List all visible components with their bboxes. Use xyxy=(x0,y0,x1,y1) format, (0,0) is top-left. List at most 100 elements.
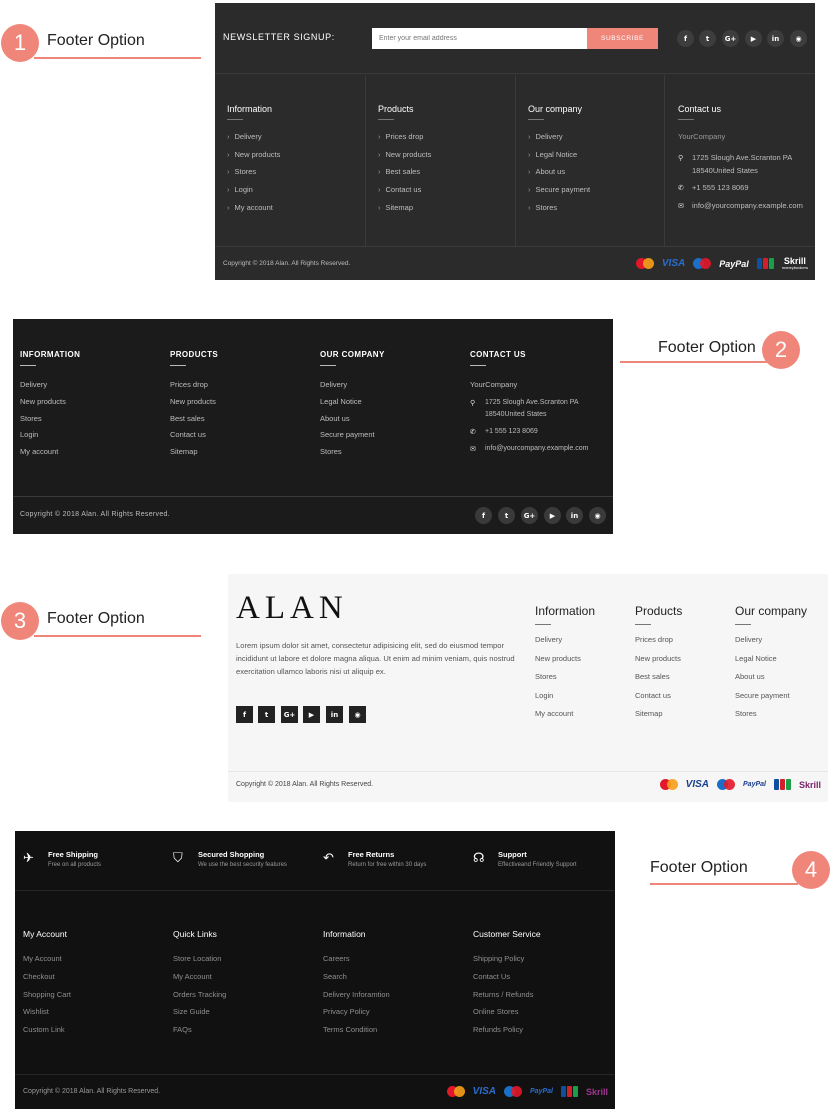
footer-link[interactable]: Login xyxy=(20,430,160,447)
footer-link[interactable]: Stores xyxy=(735,709,830,728)
footer-link[interactable]: Login xyxy=(227,185,367,203)
skrill-icon: Skrill xyxy=(798,779,821,790)
footer-link[interactable]: Checkout xyxy=(23,972,163,990)
footer-link[interactable]: Best sales xyxy=(378,167,518,185)
footer-link[interactable]: Prices drop xyxy=(378,132,518,150)
footer-link[interactable]: Legal Notice xyxy=(735,654,830,673)
linkedin-icon[interactable]: in xyxy=(326,706,343,723)
footer-link[interactable]: Refunds Policy xyxy=(473,1025,613,1043)
email-address[interactable]: info@yourcompany.example.com xyxy=(485,443,588,455)
footer-link[interactable]: Search xyxy=(323,972,463,990)
subscribe-button[interactable]: SUBSCRIBE xyxy=(587,28,658,49)
youtube-icon[interactable]: ▶ xyxy=(745,30,762,47)
footer-link[interactable]: Returns / Refunds xyxy=(473,990,613,1008)
address-line: 1725 Slough Ave.Scranton PA xyxy=(485,399,579,406)
google-plus-icon[interactable]: G+ xyxy=(722,30,739,47)
feature-title: Secured Shopping xyxy=(198,850,265,859)
footer-link[interactable]: New products xyxy=(378,150,518,168)
footer-link[interactable]: Privacy Policy xyxy=(323,1007,463,1025)
footer-link[interactable]: About us xyxy=(735,672,830,691)
footer-link[interactable]: Terms Condition xyxy=(323,1025,463,1043)
phone-number[interactable]: +1 555 123 8069 xyxy=(692,182,749,195)
footer-link[interactable]: Secure payment xyxy=(320,430,460,447)
divider xyxy=(13,496,613,497)
linkedin-icon[interactable]: in xyxy=(566,507,583,524)
footer-link[interactable]: Delivery xyxy=(320,380,460,397)
facebook-icon[interactable]: f xyxy=(236,706,253,723)
facebook-icon[interactable]: f xyxy=(475,507,492,524)
option-label-3: 3 Footer Option xyxy=(0,602,205,642)
footer-link[interactable]: Login xyxy=(535,691,630,710)
mastercard-icon xyxy=(635,258,654,269)
footer-link[interactable]: About us xyxy=(320,414,460,431)
twitter-icon[interactable]: t xyxy=(699,30,716,47)
google-plus-icon[interactable]: G+ xyxy=(281,706,298,723)
youtube-icon[interactable]: ▶ xyxy=(303,706,320,723)
twitter-icon[interactable]: t xyxy=(498,507,515,524)
footer-link[interactable]: Contact us xyxy=(170,430,310,447)
footer-link[interactable]: Contact us xyxy=(378,185,518,203)
footer-link[interactable]: Delivery Inforamtion xyxy=(323,990,463,1008)
footer-link[interactable]: Best sales xyxy=(635,672,730,691)
newsletter-email-input[interactable] xyxy=(372,28,587,49)
linkedin-icon[interactable]: in xyxy=(767,30,784,47)
footer-link[interactable]: Prices drop xyxy=(635,635,730,654)
footer-link[interactable]: Stores xyxy=(528,203,668,221)
footer-link[interactable]: Delivery xyxy=(227,132,367,150)
footer-link[interactable]: Shipping Policy xyxy=(473,954,613,972)
github-icon[interactable]: ◉ xyxy=(349,706,366,723)
divider xyxy=(215,73,815,74)
footer-link[interactable]: Prices drop xyxy=(170,380,310,397)
footer-link[interactable]: Sitemap xyxy=(378,203,518,221)
footer-link[interactable]: Contact Us xyxy=(473,972,613,990)
footer-link[interactable]: Legal Notice xyxy=(528,150,668,168)
footer-link[interactable]: New products xyxy=(170,397,310,414)
brand-logo[interactable]: ALAN xyxy=(236,590,348,627)
footer-link[interactable]: Shopping Cart xyxy=(23,990,163,1008)
google-plus-icon[interactable]: G+ xyxy=(521,507,538,524)
twitter-icon[interactable]: t xyxy=(258,706,275,723)
footer-link[interactable]: Sitemap xyxy=(170,447,310,464)
facebook-icon[interactable]: f xyxy=(677,30,694,47)
footer-link[interactable]: My account xyxy=(227,203,367,221)
footer-link[interactable]: Online Stores xyxy=(473,1007,613,1025)
footer-link[interactable]: Size Guide xyxy=(173,1007,313,1025)
footer-link[interactable]: Custom Link xyxy=(23,1025,163,1043)
footer-link[interactable]: My account xyxy=(535,709,630,728)
footer-link[interactable]: Careers xyxy=(323,954,463,972)
footer-link[interactable]: Delivery xyxy=(535,635,630,654)
phone-number[interactable]: +1 555 123 8069 xyxy=(485,426,538,438)
footer-link[interactable]: Orders Tracking xyxy=(173,990,313,1008)
footer-link[interactable]: Secure payment xyxy=(528,185,668,203)
footer-link[interactable]: My Account xyxy=(23,954,163,972)
github-icon[interactable]: ◉ xyxy=(589,507,606,524)
footer-link[interactable]: Stores xyxy=(320,447,460,464)
footer-link[interactable]: Delivery xyxy=(20,380,160,397)
footer-link[interactable]: Stores xyxy=(227,167,367,185)
footer-link[interactable]: Stores xyxy=(535,672,630,691)
footer-link[interactable]: Best sales xyxy=(170,414,310,431)
skrill-sublabel: moneybookers xyxy=(781,265,808,270)
footer-link[interactable]: About us xyxy=(528,167,668,185)
footer-link[interactable]: New products xyxy=(635,654,730,673)
footer-link[interactable]: New products xyxy=(227,150,367,168)
footer-link[interactable]: Legal Notice xyxy=(320,397,460,414)
footer-link[interactable]: Store Location xyxy=(173,954,313,972)
email-address[interactable]: info@yourcompany.example.com xyxy=(692,200,803,213)
footer-link[interactable]: FAQs xyxy=(173,1025,313,1043)
brand-description: Lorem ipsum dolor sit amet, consectetur … xyxy=(236,641,515,677)
footer-link[interactable]: Stores xyxy=(20,414,160,431)
address-row: ⚲ 1725 Slough Ave.Scranton PA 18540United… xyxy=(470,397,610,421)
footer-link[interactable]: Delivery xyxy=(735,635,830,654)
footer-link[interactable]: New products xyxy=(535,654,630,673)
footer-link[interactable]: Secure payment xyxy=(735,691,830,710)
footer-link[interactable]: Sitemap xyxy=(635,709,730,728)
youtube-icon[interactable]: ▶ xyxy=(544,507,561,524)
footer-link[interactable]: Delivery xyxy=(528,132,668,150)
footer-link[interactable]: My Account xyxy=(173,972,313,990)
footer-link[interactable]: Wishlist xyxy=(23,1007,163,1025)
footer-link[interactable]: My account xyxy=(20,447,160,464)
footer-link[interactable]: New products xyxy=(20,397,160,414)
footer-link[interactable]: Contact us xyxy=(635,691,730,710)
github-icon[interactable]: ◉ xyxy=(790,30,807,47)
